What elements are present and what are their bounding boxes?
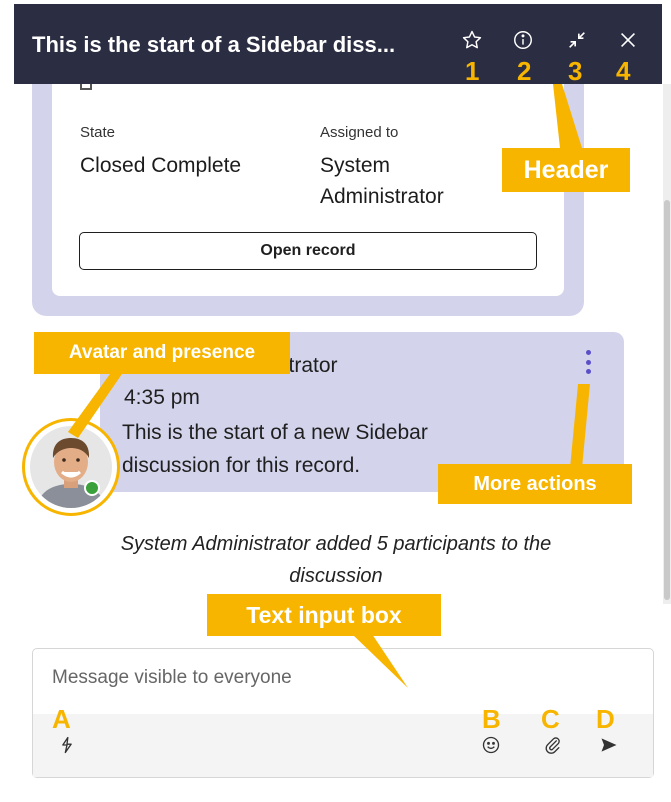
- marker-1: 1: [465, 56, 480, 86]
- send-icon: [601, 738, 617, 752]
- assigned-to-value-line1: System: [320, 154, 391, 177]
- assigned-to-value-line2: Administrator: [320, 185, 444, 208]
- info-button[interactable]: [507, 24, 539, 56]
- collapse-icon: [569, 32, 585, 48]
- state-value: Closed Complete: [80, 154, 242, 177]
- emoji-icon: [482, 736, 500, 754]
- scrollbar-thumb[interactable]: [664, 200, 670, 600]
- assigned-to-label: Assigned to: [320, 124, 399, 141]
- close-icon: [620, 32, 636, 48]
- avatar-photo: [30, 426, 112, 508]
- attachment-button[interactable]: [540, 732, 566, 758]
- message-text-line1: This is the start of a new Sidebar: [122, 421, 428, 444]
- collapse-button[interactable]: [561, 24, 593, 56]
- marker-4: 4: [616, 56, 631, 86]
- open-record-button[interactable]: Open record: [79, 232, 537, 270]
- marker-d: D: [596, 704, 615, 734]
- state-label: State: [80, 124, 116, 141]
- emoji-button[interactable]: [478, 732, 504, 758]
- record-checkbox-fragment: [80, 84, 92, 90]
- avatar-callout: Avatar and presence: [34, 332, 290, 374]
- info-icon: [514, 31, 532, 49]
- text-input-callout: Text input box: [207, 594, 441, 636]
- system-message-line2: discussion: [289, 565, 383, 587]
- header-callout: Header: [502, 148, 630, 192]
- marker-3: 3: [568, 56, 583, 86]
- quick-actions-icon: [62, 736, 72, 754]
- more-actions-callout: More actions: [438, 464, 632, 504]
- marker-2: 2: [517, 56, 532, 86]
- message-time: 4:35 pm: [124, 386, 200, 409]
- more-vertical-icon: [585, 350, 591, 355]
- send-button[interactable]: [596, 732, 622, 758]
- marker-c: C: [541, 704, 560, 734]
- system-message-line1: System Administrator added 5 participant…: [120, 533, 552, 555]
- system-message: System Administrator added 5 participant…: [40, 528, 632, 592]
- close-button[interactable]: [612, 24, 644, 56]
- presence-indicator: [84, 480, 100, 496]
- header-title: This is the start of a Sidebar diss...: [32, 32, 396, 57]
- marker-a: A: [52, 704, 71, 734]
- attachment-icon: [545, 737, 560, 754]
- more-actions-button[interactable]: [578, 346, 598, 378]
- favorite-button[interactable]: [456, 24, 488, 56]
- message-input[interactable]: [52, 662, 612, 694]
- star-icon: [462, 30, 482, 49]
- quick-actions-button[interactable]: [54, 732, 80, 758]
- marker-b: B: [482, 704, 501, 734]
- avatar[interactable]: [30, 426, 112, 508]
